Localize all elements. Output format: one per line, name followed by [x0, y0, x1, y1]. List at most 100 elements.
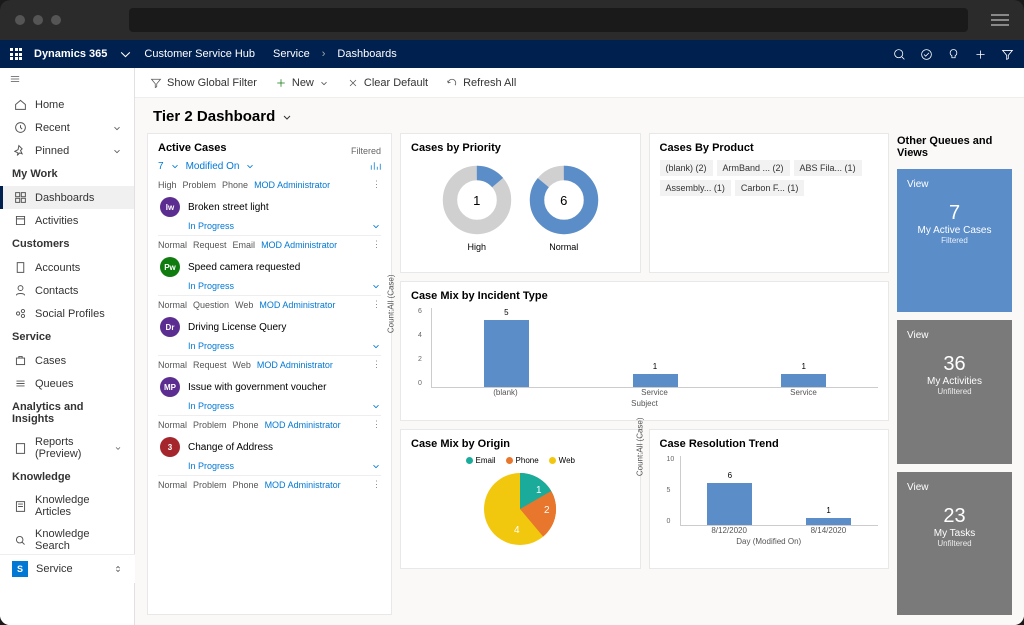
sidebar-item-dashboards[interactable]: Dashboards [0, 186, 134, 209]
filter-icon [150, 77, 162, 89]
sidebar-item-pinned[interactable]: Pinned [0, 139, 134, 162]
tile-my-activities[interactable]: View 36 My Activities Unfiltered [897, 320, 1012, 463]
sidebar-item-knowledge-articles[interactable]: Knowledge Articles [0, 489, 134, 523]
chart-toggle-icon[interactable] [369, 160, 381, 172]
filter-icon[interactable] [1001, 48, 1014, 61]
sidebar-item-knowledge-search[interactable]: Knowledge Search [0, 523, 134, 557]
sidebar-label: Knowledge Articles [35, 494, 122, 518]
product-tag[interactable]: ABS Fila... (1) [794, 160, 862, 176]
case-row[interactable]: 3Change of Address [158, 433, 381, 459]
more-icon[interactable]: ⋮ [372, 419, 381, 430]
case-row[interactable]: IwBroken street light [158, 193, 381, 219]
case-row[interactable]: DrDriving License Query [158, 313, 381, 339]
case-row[interactable]: PwSpeed camera requested [158, 253, 381, 279]
case-status-row[interactable]: In Progress [158, 339, 381, 356]
product-tag[interactable]: Assembly... (1) [660, 180, 731, 196]
breadcrumb-part[interactable]: Dashboards [337, 48, 396, 60]
donut-high[interactable]: 1 High [441, 164, 513, 252]
url-bar[interactable] [129, 8, 968, 32]
chevron-up-down-icon [113, 564, 123, 574]
product-name[interactable]: Dynamics 365 [34, 48, 107, 60]
case-status-row[interactable]: In Progress [158, 399, 381, 416]
sidebar-item-contacts[interactable]: Contacts [0, 279, 134, 302]
sidebar-section-header: Analytics and Insights [0, 395, 134, 431]
sidebar-item-activities[interactable]: Activities [0, 209, 134, 232]
product-tag[interactable]: ArmBand ... (2) [717, 160, 790, 176]
task-icon[interactable] [920, 48, 933, 61]
new-button[interactable]: New [275, 77, 329, 89]
donut-normal[interactable]: 6 Normal [528, 164, 600, 252]
window-dot [51, 15, 61, 25]
cases-by-priority-card: Cases by Priority 1 High 6 Normal [400, 133, 641, 273]
browser-menu-icon[interactable] [991, 14, 1009, 26]
x-axis-label: Day (Modified On) [660, 537, 879, 546]
owner-link[interactable]: MOD Administrator [259, 300, 335, 310]
clear-default-button[interactable]: Clear Default [347, 77, 428, 89]
case-meta-row: NormalRequestWebMOD Administrator⋮ [158, 356, 381, 373]
origin-card: Case Mix by Origin Email Phone Web [400, 429, 641, 569]
sidebar-collapse-toggle[interactable] [0, 68, 134, 93]
more-icon[interactable]: ⋮ [372, 239, 381, 250]
more-icon[interactable]: ⋮ [372, 359, 381, 370]
product-tag[interactable]: Carbon F... (1) [735, 180, 805, 196]
area-switcher[interactable]: S Service [0, 554, 135, 583]
sidebar-label: Home [35, 99, 64, 111]
sidebar-item-home[interactable]: Home [0, 93, 134, 116]
sidebar-label: Queues [35, 378, 74, 390]
owner-link[interactable]: MOD Administrator [265, 420, 341, 430]
active-cases-card: Active Cases Filtered 7 Modified On [147, 133, 392, 615]
sidebar-item-accounts[interactable]: Accounts [0, 256, 134, 279]
chevron-down-icon [371, 341, 381, 351]
case-row[interactable]: MPIssue with government voucher [158, 373, 381, 399]
app-launcher-icon[interactable] [10, 48, 22, 60]
lightbulb-icon[interactable] [947, 48, 960, 61]
filtered-label: Filtered [351, 146, 381, 156]
owner-link[interactable]: MOD Administrator [254, 180, 330, 190]
pie-chart[interactable]: 1 2 4 [480, 469, 560, 549]
sidebar-label: Accounts [35, 262, 80, 274]
sidebar-label: Pinned [35, 145, 69, 157]
chevron-down-icon [371, 401, 381, 411]
resolution-bar-chart[interactable]: 1050 6 1 [680, 456, 879, 526]
more-icon[interactable]: ⋮ [372, 179, 381, 190]
card-title: Case Mix by Incident Type [411, 290, 878, 302]
search-icon[interactable] [893, 48, 906, 61]
case-status-row[interactable]: In Progress [158, 459, 381, 476]
more-icon[interactable]: ⋮ [372, 299, 381, 310]
sidebar-item-recent[interactable]: Recent [0, 116, 134, 139]
svg-text:4: 4 [514, 525, 520, 536]
case-status-row[interactable]: In Progress [158, 219, 381, 236]
app-name[interactable]: Customer Service Hub [144, 48, 255, 60]
show-global-filter-button[interactable]: Show Global Filter [150, 77, 257, 89]
chevron-down-icon[interactable] [119, 48, 132, 61]
owner-link[interactable]: MOD Administrator [265, 480, 341, 490]
chevron-down-icon [114, 443, 122, 453]
sidebar-item-reports[interactable]: Reports (Preview) [0, 431, 134, 465]
article-icon [14, 500, 27, 513]
y-axis-label: Count:All (Case) [387, 274, 396, 333]
sidebar-label: Activities [35, 215, 78, 227]
sidebar-item-social[interactable]: Social Profiles [0, 302, 134, 325]
tile-my-active-cases[interactable]: View 7 My Active Cases Filtered [897, 169, 1012, 312]
product-tag[interactable]: (blank) (2) [660, 160, 713, 176]
incident-bar-chart[interactable]: 6420 5 1 1 [431, 308, 878, 388]
add-icon[interactable] [974, 48, 987, 61]
page-title[interactable]: Tier 2 Dashboard [135, 98, 1024, 133]
owner-link[interactable]: MOD Administrator [257, 360, 333, 370]
sidebar-label: Cases [35, 355, 66, 367]
case-list[interactable]: HighProblemPhoneMOD Administrator⋮IwBrok… [158, 176, 381, 493]
owner-link[interactable]: MOD Administrator [261, 240, 337, 250]
pie-legend: Email Phone Web [466, 456, 575, 465]
breadcrumb-part[interactable]: Service [273, 48, 310, 60]
sidebar-item-queues[interactable]: Queues [0, 372, 134, 395]
resolution-trend-card: Case Resolution Trend Count:All (Case) 1… [649, 429, 890, 569]
more-icon[interactable]: ⋮ [372, 479, 381, 490]
sidebar-item-cases[interactable]: Cases [0, 349, 134, 372]
refresh-all-button[interactable]: Refresh All [446, 77, 516, 89]
sort-field[interactable]: Modified On [186, 161, 240, 172]
tile-my-tasks[interactable]: View 23 My Tasks Unfiltered [897, 472, 1012, 615]
chevron-down-icon[interactable] [170, 161, 180, 171]
chevron-down-icon[interactable] [245, 161, 255, 171]
sidebar-section-header: Customers [0, 232, 134, 256]
case-status-row[interactable]: In Progress [158, 279, 381, 296]
